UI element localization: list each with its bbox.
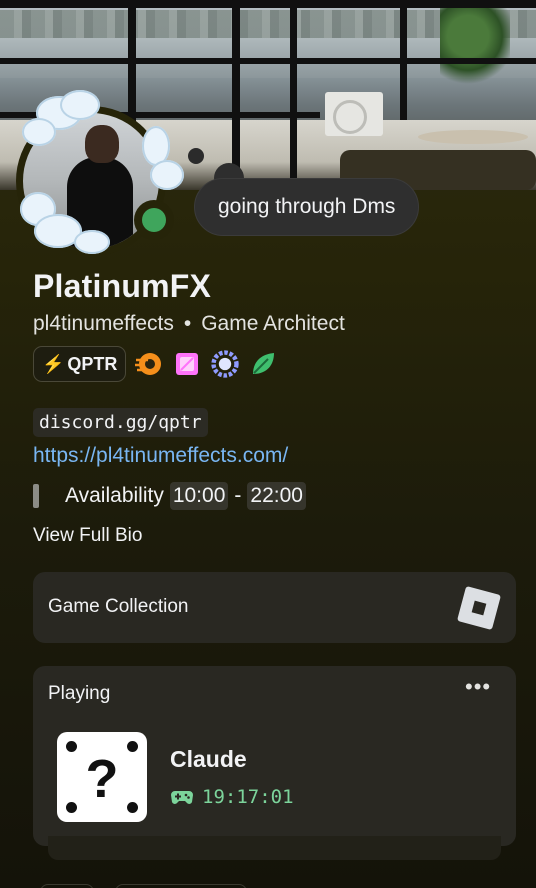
game-collection-label: Game Collection xyxy=(48,596,189,617)
leaf-icon[interactable] xyxy=(248,349,278,379)
more-options-icon[interactable]: ••• xyxy=(465,674,491,700)
cloud-decoration-icon xyxy=(74,230,110,254)
window-frame xyxy=(0,0,536,8)
cloud-decoration-icon xyxy=(60,90,100,120)
activity-card-shadow xyxy=(48,836,501,860)
avatar-person-head xyxy=(85,125,119,163)
window-frame xyxy=(232,0,240,190)
game-icon[interactable]: ? xyxy=(57,732,147,822)
server-tag[interactable]: ⚡ QPTR xyxy=(33,346,127,382)
online-status-icon xyxy=(142,208,166,232)
banner-ac-unit xyxy=(325,92,383,136)
website-link[interactable]: https://pl4tinumeffects.com/ xyxy=(33,444,288,468)
banner-plant xyxy=(440,0,510,90)
bottom-pill[interactable] xyxy=(40,884,94,888)
availability-line: Availability 10:00 - 22:00 xyxy=(33,482,306,510)
profile-card: going through Dms PlatinumFX pl4tinumeff… xyxy=(0,0,536,888)
nitro-icon[interactable] xyxy=(172,349,202,379)
banner-table xyxy=(418,130,528,144)
quote-bar xyxy=(33,484,39,508)
activity-section-label: Playing xyxy=(48,683,111,704)
boost-icon[interactable] xyxy=(210,349,240,379)
availability-label: Availability xyxy=(65,484,164,507)
username[interactable]: pl4tinumeffects xyxy=(33,312,174,336)
status-bubble-tail-small xyxy=(188,148,204,164)
invite-code[interactable]: discord.gg/qptr xyxy=(33,408,208,437)
window-frame xyxy=(290,0,297,190)
bottom-pill[interactable] xyxy=(115,884,247,888)
lightning-icon: ⚡ xyxy=(42,353,65,374)
window-frame xyxy=(400,0,407,120)
question-mark-icon: ? xyxy=(85,749,119,809)
cloud-decoration-icon xyxy=(22,118,56,146)
avatar-container[interactable] xyxy=(16,90,184,256)
game-title[interactable]: Claude xyxy=(170,746,247,773)
display-name[interactable]: PlatinumFX xyxy=(33,268,211,305)
hypesquad-icon[interactable] xyxy=(134,349,164,379)
custom-status-bubble[interactable]: going through Dms xyxy=(194,178,420,236)
server-tag-label: QPTR xyxy=(67,353,118,374)
gamepad-icon xyxy=(171,791,193,804)
availability-dash: - xyxy=(234,484,242,507)
activity-card: Playing ••• ? Claude 19:17:01 xyxy=(33,666,516,846)
elapsed-time: 19:17:01 xyxy=(170,786,294,808)
cloud-decoration-icon xyxy=(150,160,184,190)
pronouns-title: Game Architect xyxy=(201,312,345,335)
view-full-bio-link[interactable]: View Full Bio xyxy=(33,525,142,547)
badge-row: ⚡ QPTR xyxy=(33,346,278,382)
roblox-icon xyxy=(456,585,502,631)
availability-to: 22:00 xyxy=(247,482,306,510)
custom-status-text: going through Dms xyxy=(218,195,396,218)
game-collection-card[interactable]: Game Collection xyxy=(33,572,516,643)
availability-from: 10:00 xyxy=(169,482,229,510)
username-line: pl4tinumeffects • Game Architect xyxy=(33,312,345,336)
window-frame xyxy=(0,58,536,64)
elapsed-time-value: 19:17:01 xyxy=(202,786,294,808)
separator: • xyxy=(183,312,192,335)
